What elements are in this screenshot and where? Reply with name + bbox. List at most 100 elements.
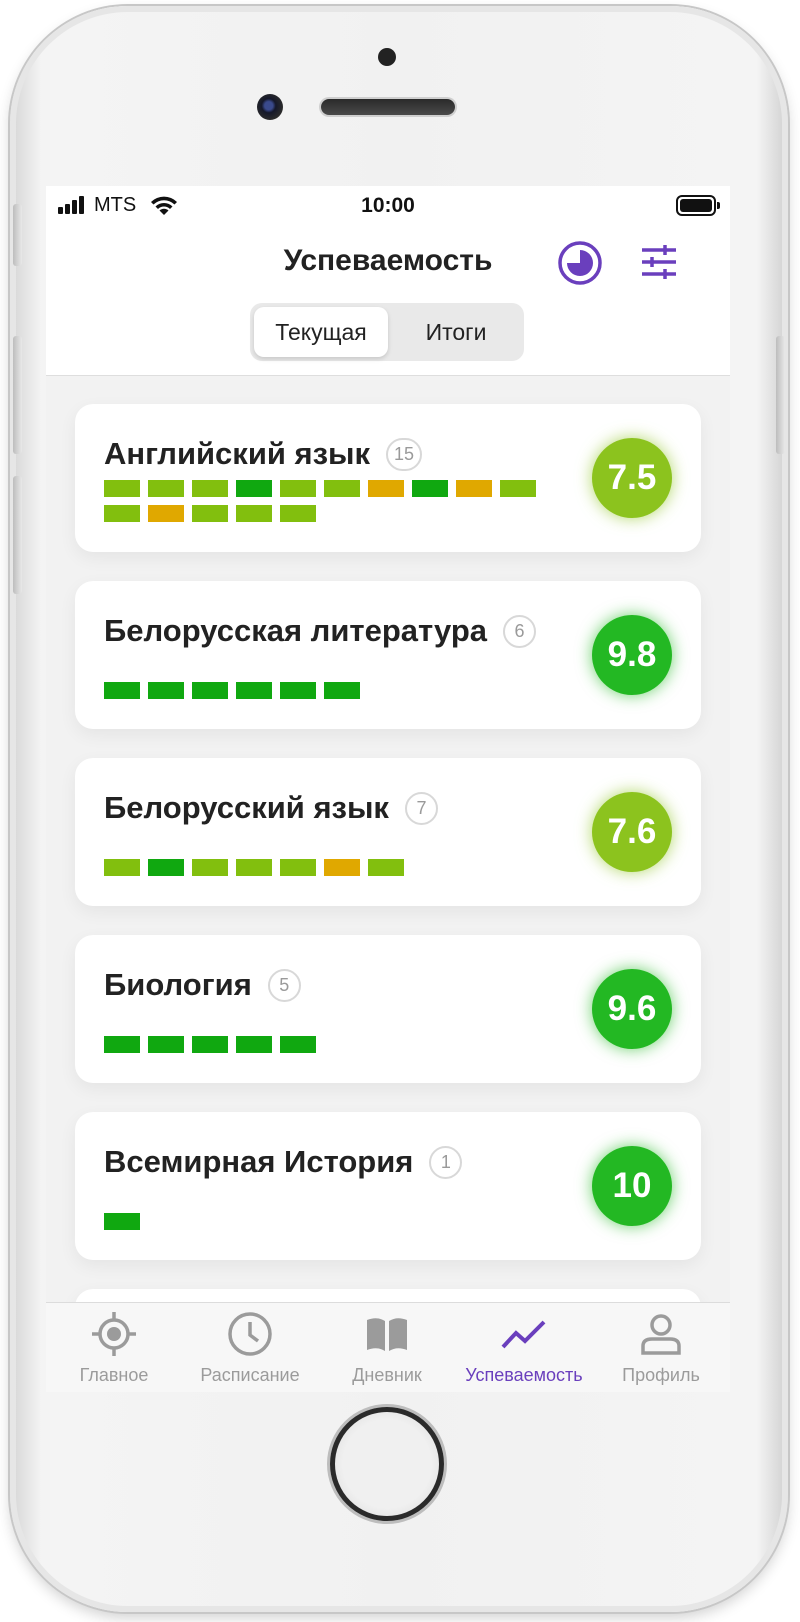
- subject-card[interactable]: Белорусский язык 7 7.6: [75, 758, 701, 906]
- clock-icon: [228, 1312, 272, 1356]
- marks-row: [104, 480, 544, 522]
- grade-mark-good: [104, 859, 140, 876]
- marks-count-badge: 15: [386, 437, 423, 471]
- tab-label: Расписание: [200, 1365, 300, 1385]
- marks-row: [104, 1213, 544, 1230]
- average-score-badge: 10: [592, 1146, 672, 1226]
- marks-row: [104, 859, 544, 876]
- subject-title-row: Белорусский язык 7: [104, 790, 438, 826]
- power-button: [776, 336, 785, 454]
- grade-mark-excellent: [148, 682, 184, 699]
- grade-mark-good: [192, 480, 228, 497]
- grade-mark-excellent: [148, 1036, 184, 1053]
- tab-performance[interactable]: Успеваемость: [456, 1303, 592, 1392]
- target-icon: [92, 1312, 136, 1356]
- grade-mark-excellent: [412, 480, 448, 497]
- grade-mark-good: [148, 480, 184, 497]
- segmented-control: Текущая Итоги: [250, 303, 524, 361]
- average-score-badge: 7.6: [592, 792, 672, 872]
- tab-label: Дневник: [352, 1365, 422, 1385]
- home-button[interactable]: [330, 1407, 444, 1521]
- marks-count-badge: 7: [404, 791, 438, 825]
- grade-mark-excellent: [280, 682, 316, 699]
- subject-title-row: Английский язык 15: [104, 436, 423, 472]
- subject-title-row: Биология 5: [104, 967, 301, 1003]
- earpiece-speaker: [321, 99, 455, 115]
- subject-name: Английский язык: [104, 436, 371, 471]
- tab-label: Главное: [79, 1365, 149, 1385]
- mute-switch: [13, 204, 22, 266]
- grade-mark-average: [324, 859, 360, 876]
- tab-label: Профиль: [622, 1365, 700, 1385]
- subject-name: Биология: [104, 967, 252, 1002]
- subject-title-row: Белорусская литература 6: [104, 613, 536, 649]
- volume-down-button: [13, 476, 22, 594]
- subject-title-row: Всемирная История 1: [104, 1144, 463, 1180]
- grade-mark-average: [368, 480, 404, 497]
- front-camera: [257, 94, 283, 120]
- trend-icon: [501, 1320, 546, 1349]
- average-score-badge: 7.5: [592, 438, 672, 518]
- book-icon: [367, 1318, 407, 1351]
- status-bar: MTS 10:00: [46, 186, 730, 226]
- marks-count-badge: 6: [503, 614, 536, 648]
- grade-mark-good: [104, 505, 140, 522]
- grade-mark-good: [192, 505, 228, 522]
- grade-mark-excellent: [192, 1036, 228, 1053]
- status-time: 10:00: [361, 194, 415, 217]
- marks-row: [104, 1036, 544, 1053]
- subject-card[interactable]: Биология 5 9.6: [75, 935, 701, 1083]
- grade-mark-good: [280, 505, 316, 522]
- tab-profile[interactable]: Профиль: [593, 1303, 729, 1392]
- grade-mark-average: [148, 505, 184, 522]
- marks-count-badge: 5: [267, 968, 301, 1002]
- grade-mark-good: [236, 859, 272, 876]
- pie-chart-icon[interactable]: [557, 240, 603, 286]
- grade-mark-average: [456, 480, 492, 497]
- tab-schedule[interactable]: Расписание: [182, 1303, 318, 1392]
- grade-mark-excellent: [236, 1036, 272, 1053]
- subject-card[interactable]: Английский язык 15 7.5: [75, 404, 701, 552]
- grade-mark-excellent: [104, 682, 140, 699]
- average-score-badge: 9.6: [592, 969, 672, 1049]
- grade-mark-good: [368, 859, 404, 876]
- grade-mark-good: [500, 480, 536, 497]
- app-header: Успеваемость Текущая Итоги: [46, 226, 730, 376]
- grade-mark-excellent: [236, 682, 272, 699]
- filter-sliders-icon[interactable]: [640, 244, 678, 280]
- grade-mark-good: [280, 480, 316, 497]
- user-icon: [641, 1314, 681, 1355]
- tab-diary[interactable]: Дневник: [319, 1303, 455, 1392]
- grade-mark-good: [104, 480, 140, 497]
- subject-card-partial[interactable]: [75, 1289, 701, 1302]
- segment-totals[interactable]: Итоги: [390, 307, 522, 357]
- grade-mark-excellent: [104, 1213, 140, 1230]
- grade-mark-excellent: [192, 682, 228, 699]
- marks-count-badge: 1: [429, 1145, 463, 1179]
- grade-mark-good: [324, 480, 360, 497]
- bottom-tab-bar: Главное Расписание Дневник Успеваемость: [46, 1302, 730, 1392]
- average-score-badge: 9.8: [592, 615, 672, 695]
- page-title: Успеваемость: [283, 244, 493, 277]
- grade-mark-good: [192, 859, 228, 876]
- grade-mark-excellent: [280, 1036, 316, 1053]
- tab-label: Успеваемость: [465, 1365, 583, 1385]
- segment-current[interactable]: Текущая: [254, 307, 388, 357]
- app-screen: MTS 10:00 Успеваемость Текущая Итоги Анг…: [46, 186, 730, 1392]
- grade-mark-good: [236, 505, 272, 522]
- subject-card[interactable]: Белорусская литература 6 9.8: [75, 581, 701, 729]
- grade-mark-good: [280, 859, 316, 876]
- subject-name: Белорусская литература: [104, 613, 487, 648]
- marks-row: [104, 682, 544, 699]
- subjects-list: Английский язык 15 7.5 Белорусская литер…: [46, 376, 730, 1302]
- grade-mark-excellent: [236, 480, 272, 497]
- grade-mark-excellent: [148, 859, 184, 876]
- subject-card[interactable]: Всемирная История 1 10: [75, 1112, 701, 1260]
- volume-up-button: [13, 336, 22, 454]
- battery-icon: [676, 195, 720, 216]
- proximity-sensor: [378, 48, 396, 66]
- grade-mark-excellent: [324, 682, 360, 699]
- subject-name: Всемирная История: [104, 1144, 414, 1179]
- tab-main[interactable]: Главное: [46, 1303, 182, 1392]
- grade-mark-excellent: [104, 1036, 140, 1053]
